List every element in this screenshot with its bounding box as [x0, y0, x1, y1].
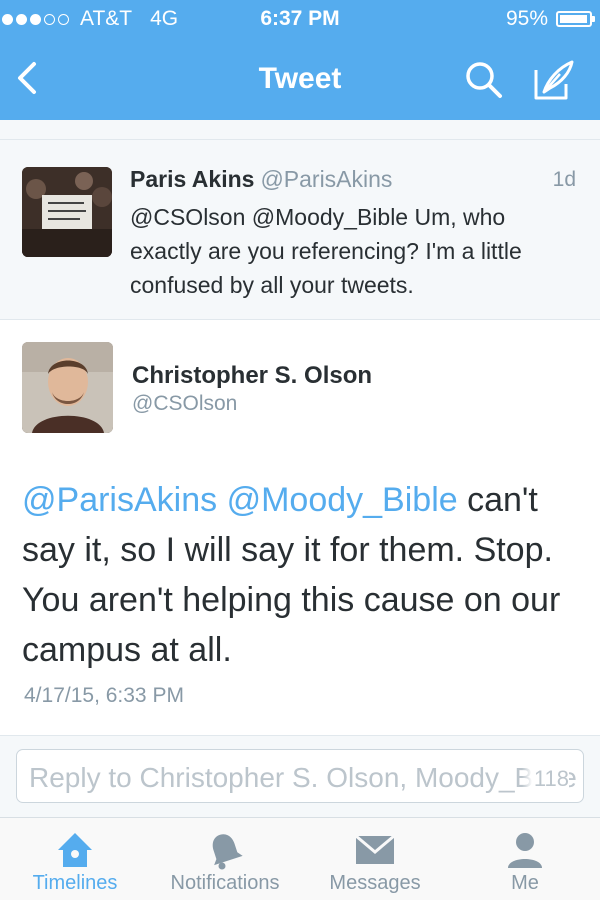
tweet-header: Paris Akins @ParisAkins: [130, 166, 392, 193]
battery-icon: [556, 11, 595, 27]
tab-timelines[interactable]: Timelines: [0, 818, 150, 901]
tab-label: Timelines: [32, 872, 118, 894]
tab-me[interactable]: Me: [450, 818, 600, 901]
tweet-date: 4/17/15, 6:33 PM: [24, 684, 184, 707]
search-icon: [466, 62, 502, 98]
tab-messages[interactable]: Messages: [300, 818, 450, 901]
status-right: 95%: [505, 7, 595, 31]
tab-notifications[interactable]: Notifications: [150, 818, 300, 901]
mention-link[interactable]: @Moody_Bible: [227, 481, 458, 519]
envelope-icon: [355, 834, 395, 864]
person-icon: [508, 833, 542, 868]
tweet-timestamp: 1d: [552, 168, 576, 191]
focused-tweet: Christopher S. Olson @CSOlson @ParisAkin…: [0, 320, 600, 735]
tweet-text: @ParisAkins @Moody_Bible can't say it, s…: [22, 475, 582, 675]
parent-tweet[interactable]: Paris Akins @ParisAkins 1d @CSOlson @Mood…: [0, 140, 600, 320]
tweet-text: @CSOlson @Moody_Bible Um, who exactly ar…: [130, 204, 522, 298]
author-handle: @CSOlson: [132, 392, 238, 415]
battery-level: [560, 15, 587, 23]
avatar-photo-icon: [22, 167, 112, 257]
avatar[interactable]: [22, 167, 112, 257]
author-name[interactable]: Paris Akins: [130, 166, 254, 192]
page-title: Tweet: [258, 62, 342, 95]
character-count: 118: [521, 766, 569, 792]
tab-label: Notifications: [170, 872, 280, 894]
avatar-photo-icon: [22, 342, 113, 433]
app-header: AT&T 4G 6:37 PM 95% Tweet: [0, 0, 600, 120]
reply-placeholder: Reply to Christopher S. Olson, Moody_Bib…: [29, 762, 577, 793]
home-icon: [58, 833, 92, 867]
mention-link[interactable]: @ParisAkins: [22, 481, 217, 519]
nav-bar: Tweet: [0, 40, 600, 120]
bell-icon: [212, 834, 243, 870]
author-handle: @ParisAkins: [260, 166, 393, 192]
tab-label: Messages: [329, 872, 421, 894]
tab-bar: Timelines Notifications Messages Me: [0, 817, 600, 900]
compose-button[interactable]: [530, 58, 578, 102]
author-name[interactable]: Christopher S. Olson: [132, 362, 372, 390]
conversation-top-gap: [0, 120, 600, 140]
reply-bar: Reply to Christopher S. Olson, Moody_Bib…: [0, 735, 600, 817]
reply-input[interactable]: Reply to Christopher S. Olson, Moody_Bib…: [16, 749, 584, 803]
battery-percent: 95%: [505, 7, 548, 30]
avatar[interactable]: [22, 342, 113, 433]
search-button[interactable]: [462, 58, 506, 102]
compose-icon: [534, 60, 574, 100]
status-bar: AT&T 4G 6:37 PM 95%: [0, 0, 600, 40]
tab-label: Me: [511, 872, 539, 894]
